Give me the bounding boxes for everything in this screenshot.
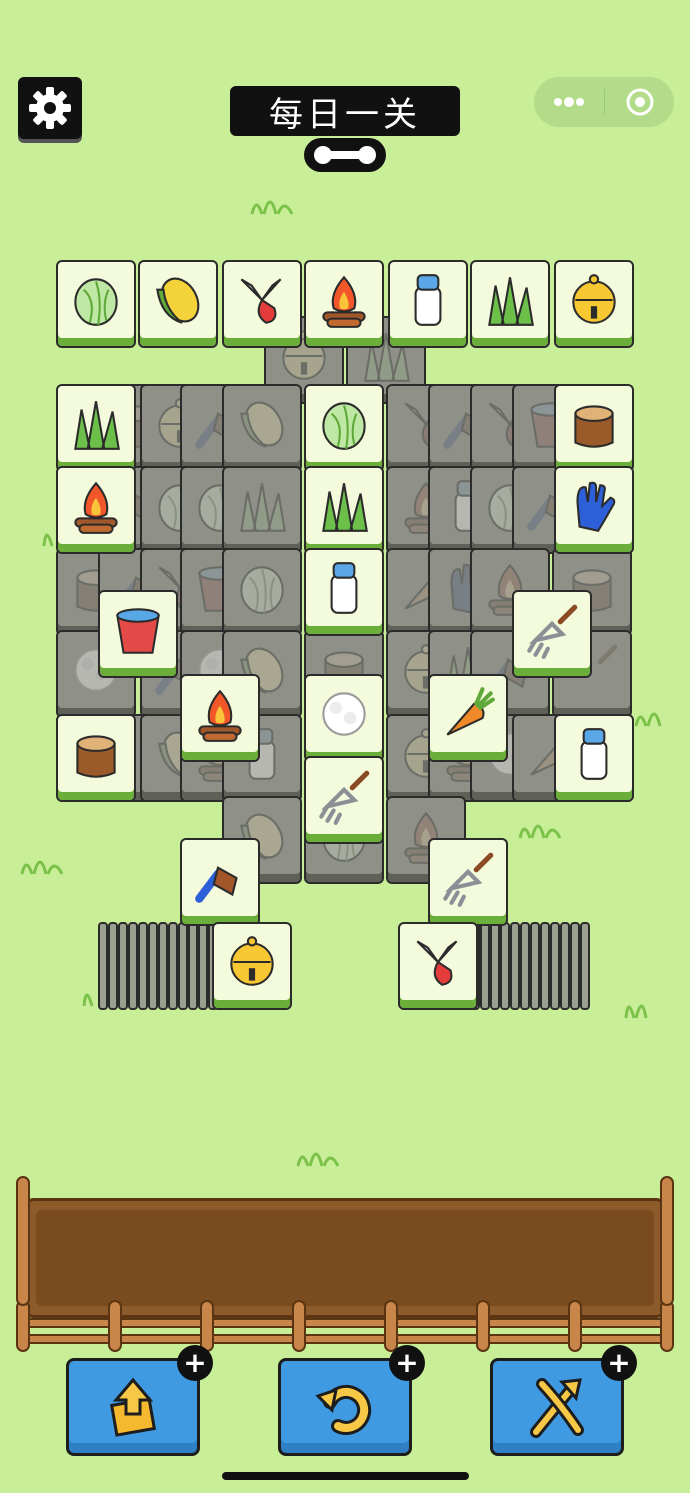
stack-edge (178, 922, 188, 1010)
covered-tile-grass (222, 466, 302, 554)
stack-edge (148, 922, 158, 1010)
stack-edge (138, 922, 148, 1010)
tile-grass[interactable] (304, 466, 384, 554)
stack-edge (158, 922, 168, 1010)
move-out-button[interactable]: + (66, 1345, 213, 1456)
stack-edge (128, 922, 138, 1010)
grass-icon (65, 393, 127, 455)
cotton-icon (313, 683, 375, 745)
bell-icon (221, 931, 283, 993)
tile-pitchfork[interactable] (428, 838, 508, 926)
grass-icon (479, 269, 541, 331)
blue-glove-icon (563, 475, 625, 537)
stack-edge (550, 922, 560, 1010)
campfire-icon (189, 683, 251, 745)
stack-edge (580, 922, 590, 1010)
covered-tile-cabbage (222, 548, 302, 636)
move-out-icon (109, 1377, 157, 1437)
stack-edge (490, 922, 500, 1010)
tile-campfire[interactable] (56, 466, 136, 554)
pruning-shears-icon (407, 931, 469, 993)
stack-edge (500, 922, 510, 1010)
milk-bottle-icon (397, 269, 459, 331)
stack-edge (560, 922, 570, 1010)
add-shuffle-badge[interactable]: + (601, 1345, 637, 1381)
stack-edge (168, 922, 178, 1010)
tile-pitchfork[interactable] (304, 756, 384, 844)
shuffle-button[interactable]: + (490, 1345, 637, 1456)
stack-edge (540, 922, 550, 1010)
tile-milk-bottle[interactable] (304, 548, 384, 636)
bell-icon (563, 269, 625, 331)
shuffle-icon (530, 1378, 584, 1438)
pitchfork-icon (521, 599, 583, 661)
tile-bell[interactable] (554, 260, 634, 348)
stack-edge (118, 922, 128, 1010)
campfire-icon (65, 475, 127, 537)
fence-rail (18, 1334, 674, 1344)
tile-tree-stump[interactable] (56, 714, 136, 802)
tile-bell[interactable] (212, 922, 292, 1010)
pitchfork-icon (437, 847, 499, 909)
stack-edge (510, 922, 520, 1010)
tile-cabbage[interactable] (56, 260, 136, 348)
milk-bottle-icon (563, 723, 625, 785)
tile-grass[interactable] (56, 384, 136, 472)
fence-rail (18, 1318, 674, 1328)
tile-pruning-shears[interactable] (222, 260, 302, 348)
stack-edge (530, 922, 540, 1010)
tray-slots-area (36, 1210, 654, 1306)
tile-board (0, 0, 690, 1100)
carrot-icon (437, 683, 499, 745)
milk-bottle-icon (313, 557, 375, 619)
stack-edge (188, 922, 198, 1010)
tile-brush[interactable] (180, 838, 260, 926)
add-move-out-badge[interactable]: + (177, 1345, 213, 1381)
tile-campfire[interactable] (304, 260, 384, 348)
corn-icon (147, 269, 209, 331)
stack-edge (98, 922, 108, 1010)
grass-icon (313, 475, 375, 537)
tile-grass[interactable] (470, 260, 550, 348)
campfire-icon (313, 269, 375, 331)
tree-stump-icon (65, 723, 127, 785)
tile-corn[interactable] (138, 260, 218, 348)
grass-decoration (296, 1152, 340, 1167)
stack-edge (108, 922, 118, 1010)
tree-stump-icon (563, 393, 625, 455)
pruning-shears-icon (231, 269, 293, 331)
brush-icon (189, 847, 251, 909)
cabbage-icon (65, 269, 127, 331)
stack-edge (520, 922, 530, 1010)
covered-tile-corn (222, 384, 302, 472)
tile-campfire[interactable] (180, 674, 260, 762)
tile-milk-bottle[interactable] (388, 260, 468, 348)
undo-icon (315, 1384, 372, 1435)
pitchfork-icon (313, 765, 375, 827)
tile-cabbage[interactable] (304, 384, 384, 472)
tile-cotton[interactable] (304, 674, 384, 762)
stack-edge (480, 922, 490, 1010)
add-undo-badge[interactable]: + (389, 1345, 425, 1381)
stack-edge (198, 922, 208, 1010)
grass-icon (231, 475, 293, 537)
tile-milk-bottle[interactable] (554, 714, 634, 802)
home-indicator (222, 1472, 469, 1480)
tile-bucket[interactable] (98, 590, 178, 678)
cabbage-icon (231, 557, 293, 619)
tile-pruning-shears[interactable] (398, 922, 478, 1010)
corn-icon (231, 393, 293, 455)
undo-button[interactable]: + (278, 1345, 425, 1456)
stack-edge (570, 922, 580, 1010)
tile-pitchfork[interactable] (512, 590, 592, 678)
tile-tree-stump[interactable] (554, 384, 634, 472)
tile-blue-glove[interactable] (554, 466, 634, 554)
tile-carrot[interactable] (428, 674, 508, 762)
cabbage-icon (313, 393, 375, 455)
bucket-icon (107, 599, 169, 661)
